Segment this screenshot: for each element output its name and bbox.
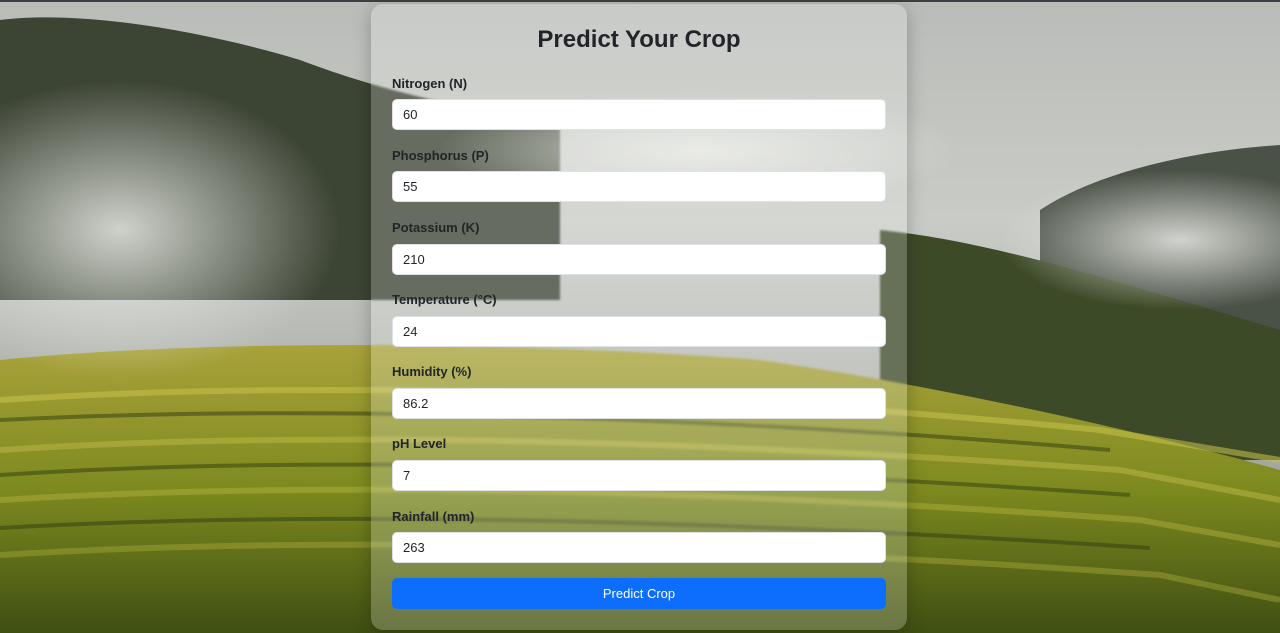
potassium-label: Potassium (K) (392, 220, 480, 235)
browser-top-edge (0, 0, 1280, 2)
nitrogen-input[interactable]: 60 (392, 99, 886, 130)
humidity-label: Humidity (%) (392, 364, 472, 379)
potassium-input[interactable]: 210 (392, 244, 886, 275)
prediction-form-card: Predict Your Crop Nitrogen (N) 60 Phosph… (371, 4, 907, 630)
humidity-input[interactable]: 86.2 (392, 388, 886, 419)
predict-crop-button[interactable]: Predict Crop (392, 578, 886, 609)
nitrogen-label: Nitrogen (N) (392, 76, 468, 91)
temperature-label: Temperature (°C) (392, 292, 497, 307)
phosphorus-input[interactable]: 55 (392, 171, 886, 202)
rainfall-input[interactable]: 263 (392, 532, 886, 563)
ph-level-input[interactable]: 7 (392, 460, 886, 491)
rainfall-label: Rainfall (mm) (392, 509, 475, 524)
temperature-input[interactable]: 24 (392, 316, 886, 347)
phosphorus-label: Phosphorus (P) (392, 148, 489, 163)
ph-level-label: pH Level (392, 436, 447, 451)
page-title: Predict Your Crop (537, 26, 741, 53)
